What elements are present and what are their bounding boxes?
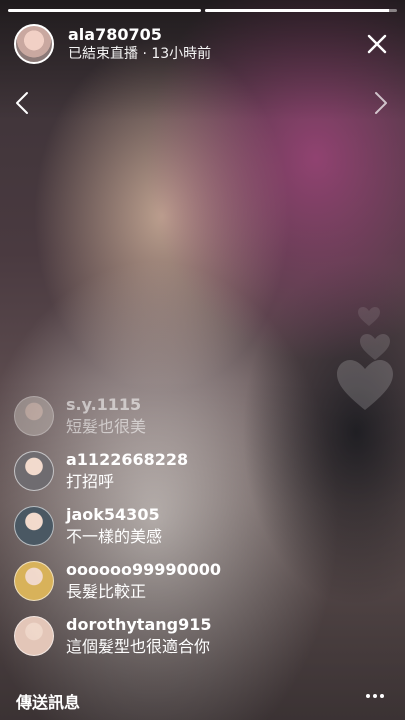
more-dot — [373, 694, 377, 698]
avatar[interactable] — [14, 24, 54, 64]
close-icon — [367, 34, 387, 54]
commenter-avatar[interactable] — [14, 615, 54, 656]
comment-text: 不一樣的美感 — [66, 526, 163, 546]
story-progress — [8, 9, 397, 12]
comment-body: s.y.1115 短髮也很美 — [66, 395, 146, 437]
next-button[interactable] — [369, 88, 393, 118]
comment-username[interactable]: s.y.1115 — [66, 395, 146, 415]
chevron-left-icon — [16, 92, 28, 114]
comment-username[interactable]: jaok54305 — [66, 505, 162, 525]
username[interactable]: ala780705 — [68, 25, 211, 44]
more-dot — [380, 694, 384, 698]
chevron-right-icon — [375, 92, 387, 114]
send-message-input[interactable]: 傳送訊息 — [16, 689, 80, 713]
comment-item: a1122668228 打招呼 — [14, 443, 314, 498]
progress-bar-2 — [204, 9, 397, 12]
comment-body: a1122668228 打招呼 — [66, 450, 188, 492]
bottom-bar: 傳送訊息 — [0, 664, 405, 720]
close-button[interactable] — [359, 26, 395, 62]
floating-hearts — [335, 290, 395, 420]
commenter-avatar[interactable] — [14, 450, 54, 491]
commenter-avatar[interactable] — [14, 505, 54, 546]
commenter-avatar[interactable] — [14, 560, 54, 601]
more-options-button[interactable] — [363, 686, 387, 706]
heart-icon — [337, 307, 393, 410]
user-meta: ala780705 已結束直播 · 13小時前 — [68, 25, 211, 63]
comment-body: dorothytang915 這個髮型也很適合你 — [66, 615, 211, 657]
comment-item: jaok54305 不一樣的美感 — [14, 498, 314, 553]
comment-text: 打招呼 — [66, 471, 115, 491]
comment-text: 短髮也很美 — [66, 416, 147, 436]
comment-username[interactable]: dorothytang915 — [66, 615, 211, 635]
progress-bar-1 — [8, 9, 201, 12]
comment-item: oooooo99990000 長髮比較正 — [14, 553, 314, 608]
comment-body: jaok54305 不一樣的美感 — [66, 505, 162, 547]
comment-text: 這個髮型也很適合你 — [66, 636, 211, 656]
comment-username[interactable]: oooooo99990000 — [66, 560, 221, 580]
more-horizontal-icon — [366, 694, 370, 698]
comment-username[interactable]: a1122668228 — [66, 450, 188, 470]
live-status: 已結束直播 · 13小時前 — [68, 46, 212, 63]
progress-fill-1 — [8, 9, 201, 12]
progress-fill-2 — [204, 9, 390, 12]
previous-button[interactable] — [10, 88, 34, 118]
comment-text: 長髮比較正 — [66, 581, 147, 601]
comment-item: s.y.1115 短髮也很美 — [14, 388, 314, 443]
live-header: ala780705 已結束直播 · 13小時前 — [14, 22, 395, 66]
comment-body: oooooo99990000 長髮比較正 — [66, 560, 221, 602]
comment-item: dorothytang915 這個髮型也很適合你 — [14, 608, 314, 663]
commenter-avatar[interactable] — [14, 395, 54, 436]
comment-list: s.y.1115 短髮也很美 a1122668228 打招呼 jaok54305… — [14, 388, 314, 663]
